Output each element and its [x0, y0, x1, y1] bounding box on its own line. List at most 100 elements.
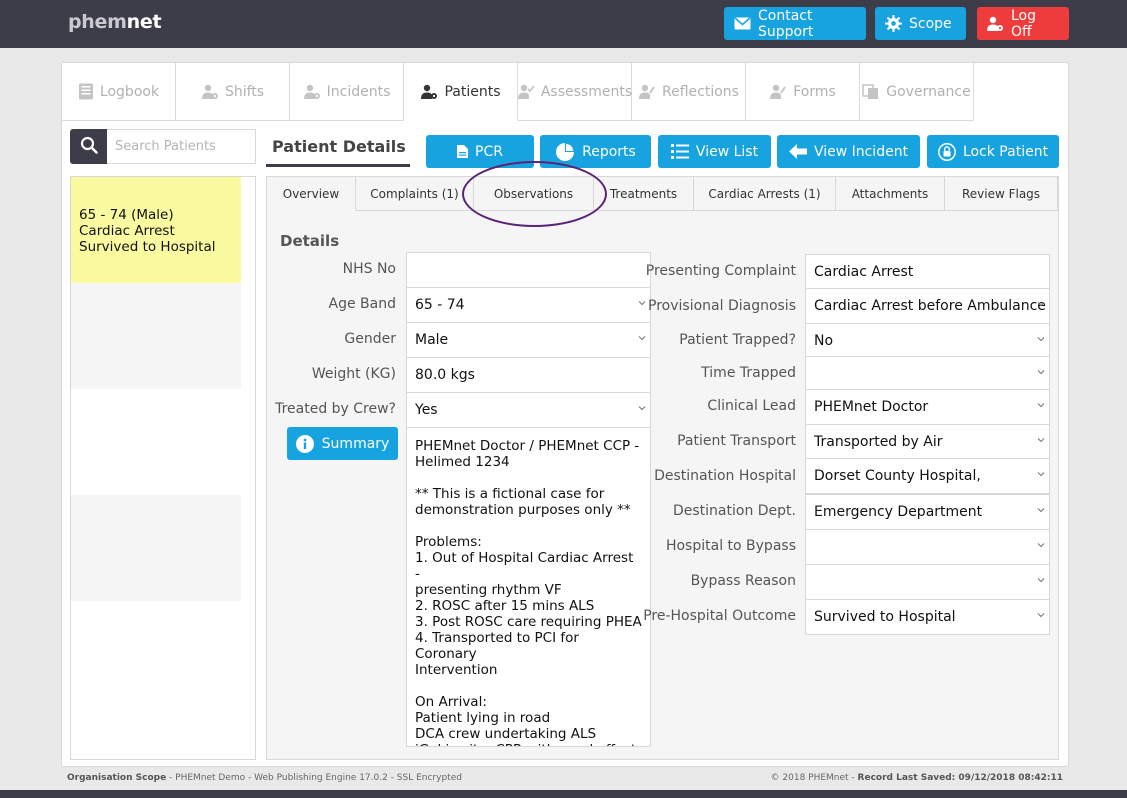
- outcome-value: Survived to Hospital: [814, 609, 956, 625]
- lock-patient-label: Lock Patient: [962, 143, 1049, 160]
- treated-value: Yes: [415, 402, 438, 418]
- age-band-select[interactable]: 65 - 74: [406, 287, 651, 323]
- search-button[interactable]: [70, 129, 107, 164]
- nhs-no-field[interactable]: [406, 252, 651, 288]
- destination-dept-value: Emergency Department: [814, 504, 983, 520]
- tab-review-flags[interactable]: Review Flags: [945, 177, 1058, 211]
- summary-button[interactable]: Summary: [287, 427, 398, 460]
- chevron-down-icon: [1037, 613, 1045, 618]
- lock-icon: [937, 142, 956, 161]
- lock-patient-button[interactable]: Lock Patient: [927, 135, 1059, 168]
- destination-hospital-label: Destination Hospital: [654, 468, 796, 484]
- clinical-lead-label: Clinical Lead: [707, 398, 796, 414]
- time-trapped-label: Time Trapped: [701, 365, 796, 381]
- list-icon: [670, 144, 689, 159]
- tab-forms[interactable]: Forms: [746, 63, 860, 121]
- patient-list: 65 - 74 (Male) Cardiac Arrest Survived t…: [70, 176, 256, 760]
- time-trapped-select[interactable]: [805, 356, 1050, 392]
- tab-logbook[interactable]: Logbook: [62, 63, 176, 121]
- log-off-label: Log Off: [1011, 7, 1037, 40]
- weight-label: Weight (KG): [311, 366, 396, 382]
- tab-incidents-label: Incidents: [326, 83, 391, 100]
- patient-transport-select[interactable]: Transported by Air: [805, 424, 1050, 460]
- log-off-button[interactable]: Log Off: [977, 7, 1069, 40]
- provisional-diagnosis-select[interactable]: Cardiac Arrest before Ambulance: [805, 288, 1050, 324]
- copy-icon: [862, 83, 880, 100]
- patient-trapped-value: No: [814, 333, 834, 349]
- footer-left: Organisation Scope - PHEMnet Demo - Web …: [67, 773, 462, 783]
- tab-attachments[interactable]: Attachments: [836, 177, 945, 211]
- summary-notes-textarea[interactable]: PHEMnet Doctor / PHEMnet CCP - Helimed 1…: [406, 427, 651, 747]
- gender-label: Gender: [344, 331, 396, 347]
- gender-value: Male: [415, 332, 449, 348]
- view-incident-button[interactable]: View Incident: [777, 135, 920, 168]
- bottom-bar: [0, 790, 1127, 798]
- scope-button[interactable]: Scope: [875, 7, 966, 40]
- top-bar: phemnet Contact Support Scope Log Off: [0, 0, 1127, 48]
- chevron-down-icon: [1037, 472, 1045, 477]
- user-gear-icon: [420, 84, 438, 100]
- envelope-icon: [734, 17, 751, 30]
- tab-assessments[interactable]: Assessments: [517, 63, 633, 121]
- destination-dept-select[interactable]: Emergency Department: [805, 494, 1050, 530]
- tab-governance[interactable]: Governance: [860, 63, 974, 121]
- tab-reflections-label: Reflections: [662, 83, 739, 100]
- hospital-bypass-select[interactable]: [805, 529, 1050, 565]
- app-logo[interactable]: phemnet: [68, 11, 162, 33]
- tab-shifts[interactable]: Shifts: [176, 63, 290, 121]
- tab-shifts-label: Shifts: [224, 83, 265, 100]
- user-gear-icon: [303, 84, 321, 100]
- footer-right: © 2018 PHEMnet - Record Last Saved: 09/1…: [771, 773, 1063, 783]
- user-edit-icon: [638, 84, 656, 100]
- patient-list-item[interactable]: 65 - 74 (Male) Cardiac Arrest Survived t…: [71, 177, 241, 283]
- destination-hospital-select[interactable]: Dorset County Hospital,: [805, 458, 1050, 494]
- chevron-down-icon: [1037, 302, 1045, 307]
- treated-label: Treated by Crew?: [275, 401, 396, 417]
- chevron-down-icon: [1037, 403, 1045, 408]
- destination-hospital-value: Dorset County Hospital,: [814, 468, 981, 484]
- view-incident-label: View Incident: [813, 143, 909, 160]
- tab-complaints[interactable]: Complaints (1): [356, 177, 474, 211]
- patient-trapped-select[interactable]: No: [805, 323, 1050, 359]
- contact-support-label: Contact Support: [758, 7, 814, 40]
- gender-select[interactable]: Male: [406, 322, 651, 358]
- tab-reflections[interactable]: Reflections: [632, 63, 746, 121]
- highlight-ellipse-annotation: [462, 161, 607, 227]
- logo-part-2: net: [126, 11, 162, 33]
- presenting-complaint-label: Presenting Complaint: [645, 263, 796, 279]
- clinical-lead-select[interactable]: PHEMnet Doctor: [805, 389, 1050, 425]
- provisional-diagnosis-label: Provisional Diagnosis: [648, 298, 796, 314]
- tab-incidents[interactable]: Incidents: [290, 63, 404, 121]
- tab-treatments[interactable]: Treatments: [594, 177, 694, 211]
- user-gear-icon: [987, 16, 1004, 32]
- view-list-button[interactable]: View List: [658, 135, 771, 168]
- info-icon: [295, 434, 314, 453]
- tab-overview[interactable]: Overview: [267, 177, 356, 211]
- tab-assessments-label: Assessments: [540, 83, 633, 100]
- patient-list-empty-row: [71, 495, 241, 601]
- treated-select[interactable]: Yes: [406, 392, 651, 428]
- contact-support-button[interactable]: Contact Support: [724, 7, 866, 40]
- bypass-reason-select[interactable]: [805, 564, 1050, 600]
- patient-transport-value: Transported by Air: [814, 434, 943, 450]
- patient-details-title: Patient Details: [266, 129, 410, 167]
- search-patients-input[interactable]: [107, 129, 256, 164]
- weight-field[interactable]: 80.0 kgs: [406, 357, 651, 393]
- outcome-select[interactable]: Survived to Hospital: [805, 599, 1050, 635]
- book-icon: [78, 83, 94, 100]
- tab-patients-label: Patients: [444, 83, 501, 100]
- tab-cardiac-arrests[interactable]: Cardiac Arrests (1): [694, 177, 836, 211]
- summary-label: Summary: [321, 435, 390, 452]
- patient-summary: 65 - 74 (Male) Cardiac Arrest Survived t…: [79, 207, 216, 255]
- tab-governance-label: Governance: [886, 83, 971, 100]
- footer-last-saved: Record Last Saved: 09/12/2018 08:42:11: [857, 773, 1063, 783]
- chevron-down-icon: [1037, 543, 1045, 548]
- outcome-label: Pre-Hospital Outcome: [643, 608, 796, 624]
- reports-label: Reports: [582, 143, 636, 160]
- footer-engine-info: - PHEMnet Demo - Web Publishing Engine 1…: [166, 773, 462, 783]
- tab-forms-label: Forms: [793, 83, 836, 100]
- presenting-complaint-field[interactable]: Cardiac Arrest: [805, 254, 1050, 290]
- logo-part-1: phem: [68, 11, 127, 33]
- tab-patients[interactable]: Patients: [404, 63, 518, 121]
- scope-label: Scope: [909, 15, 952, 32]
